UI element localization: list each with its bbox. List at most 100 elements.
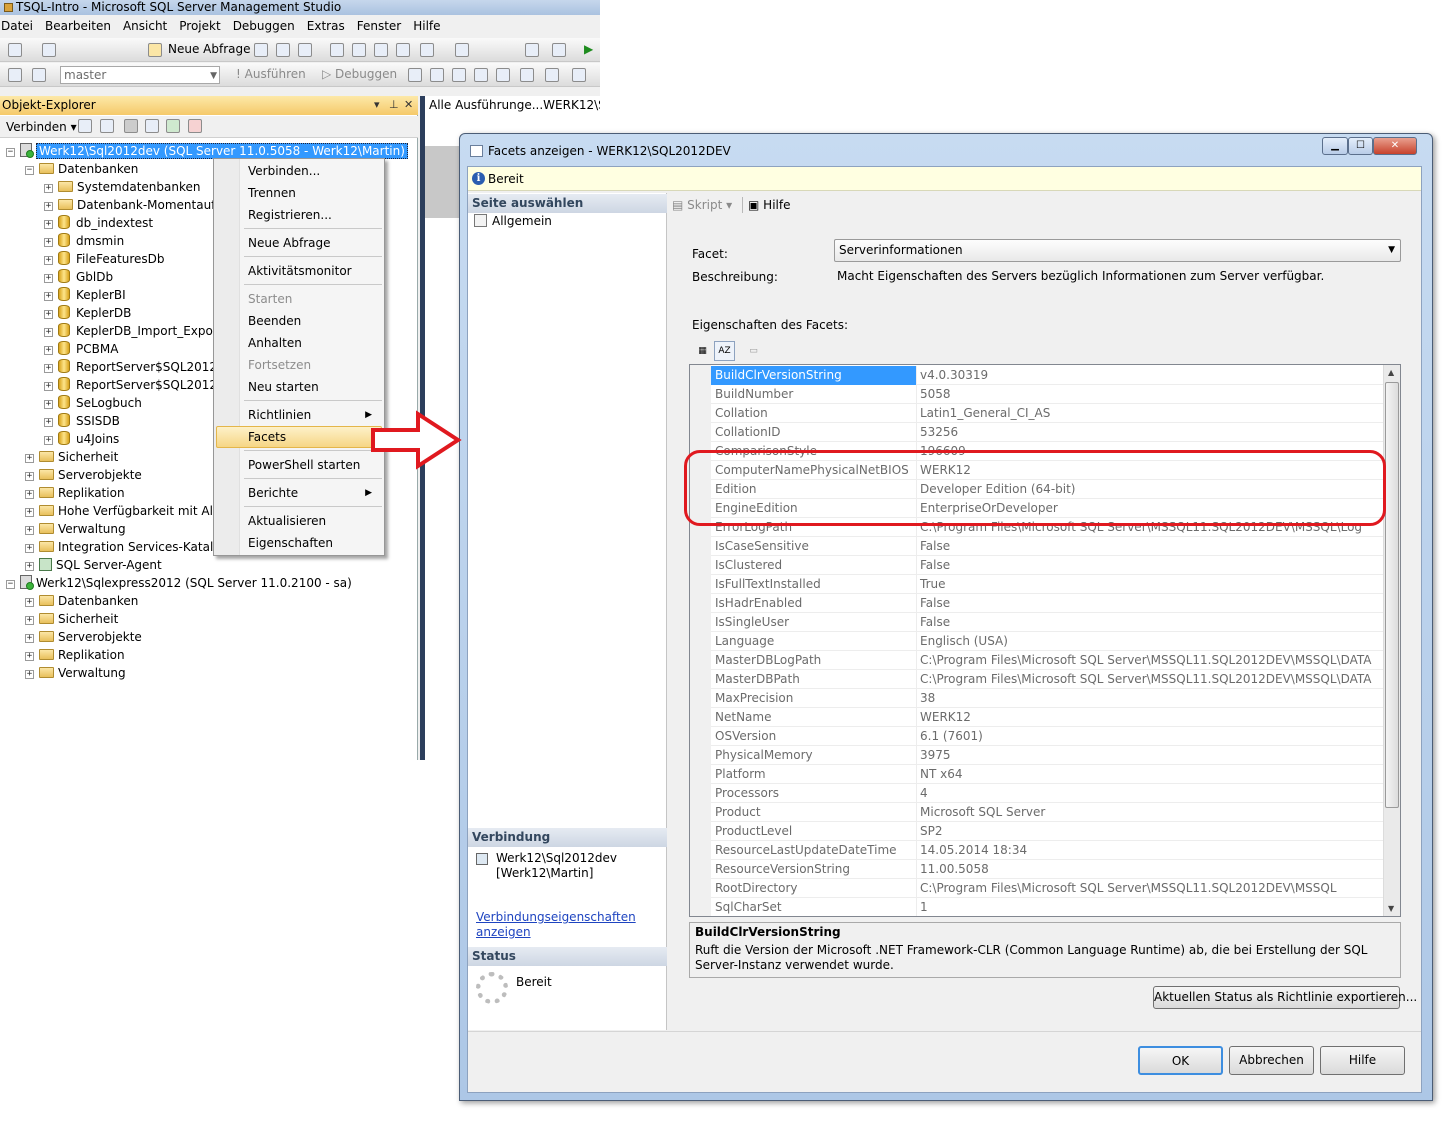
- property-row[interactable]: IsSingleUser False: [711, 613, 1383, 632]
- help-button[interactable]: Hilfe: [1320, 1046, 1405, 1075]
- cancel-query-icon[interactable]: [408, 68, 422, 82]
- save-icon[interactable]: [330, 43, 344, 57]
- tree-node[interactable]: + Sicherheit: [25, 448, 118, 466]
- tree-node[interactable]: + db_indextest: [44, 214, 153, 232]
- expand-icon[interactable]: +: [44, 184, 53, 193]
- menu-item[interactable]: Debuggen: [232, 17, 299, 33]
- context-menu-item[interactable]: Trennen: [248, 183, 296, 203]
- redo-icon[interactable]: [455, 43, 469, 57]
- analysis-query-icon[interactable]: [276, 43, 290, 57]
- expand-icon[interactable]: +: [44, 382, 53, 391]
- context-menu-item[interactable]: Neu starten: [248, 377, 319, 397]
- context-menu-item[interactable]: Beenden: [248, 311, 301, 331]
- expand-icon[interactable]: +: [44, 202, 53, 211]
- context-menu-item[interactable]: Aktualisieren: [248, 511, 326, 531]
- collapse-icon[interactable]: −: [6, 580, 15, 589]
- tree-node[interactable]: + Verwaltung: [25, 520, 126, 538]
- tree-node[interactable]: + KeplerDB_Import_Export: [44, 322, 223, 340]
- property-row[interactable]: OSVersion 6.1 (7601): [711, 727, 1383, 746]
- tree-node[interactable]: + Replikation: [25, 646, 125, 664]
- context-menu-item[interactable]: Berichte: [248, 483, 298, 503]
- expand-icon[interactable]: +: [25, 544, 34, 553]
- property-row[interactable]: IsClustered False: [711, 556, 1383, 575]
- db-engine-query-icon[interactable]: [254, 43, 268, 57]
- categorized-icon[interactable]: ▦: [692, 341, 713, 361]
- property-pages-icon[interactable]: ▭: [743, 341, 764, 361]
- context-menu-item[interactable]: Aktivitätsmonitor: [248, 261, 352, 281]
- expand-icon[interactable]: +: [44, 328, 53, 337]
- expand-icon[interactable]: +: [25, 508, 34, 517]
- connect-dropdown[interactable]: Verbinden ▾: [6, 120, 77, 134]
- connection-properties-link[interactable]: Verbindungseigenschaften anzeigen: [476, 910, 636, 940]
- property-row[interactable]: MaxPrecision 38: [711, 689, 1383, 708]
- property-row[interactable]: Language Englisch (USA): [711, 632, 1383, 651]
- results-text-icon[interactable]: [520, 68, 534, 82]
- expand-icon[interactable]: +: [25, 598, 34, 607]
- expand-icon[interactable]: +: [44, 400, 53, 409]
- open-icon[interactable]: [42, 43, 56, 57]
- tree-node[interactable]: − Datenbanken: [25, 160, 138, 178]
- minimize-button[interactable]: ▁: [1322, 137, 1348, 155]
- pin-icon[interactable]: ⊥: [389, 96, 399, 114]
- intellisense-icon[interactable]: [496, 68, 510, 82]
- tree-node[interactable]: + Serverobjekte: [25, 466, 142, 484]
- context-menu-item[interactable]: Verbinden...: [248, 161, 320, 181]
- undo-icon[interactable]: [420, 43, 434, 57]
- expand-icon[interactable]: +: [44, 256, 53, 265]
- display-plan-icon[interactable]: [452, 68, 466, 82]
- expand-icon[interactable]: +: [25, 562, 34, 571]
- filter-icon[interactable]: [145, 119, 159, 133]
- property-row[interactable]: Product Microsoft SQL Server: [711, 803, 1383, 822]
- export-policy-button[interactable]: Aktuellen Status als Richtlinie exportie…: [1153, 986, 1417, 1009]
- expand-icon[interactable]: +: [44, 220, 53, 229]
- property-row[interactable]: IsCaseSensitive False: [711, 537, 1383, 556]
- connect-icon[interactable]: [8, 68, 22, 82]
- query-designer-icon[interactable]: [474, 68, 488, 82]
- execute-button[interactable]: ! Ausführen: [236, 67, 306, 81]
- property-row[interactable]: PhysicalMemory 3975: [711, 746, 1383, 765]
- paste-icon[interactable]: [396, 43, 410, 57]
- property-row[interactable]: Processors 4: [711, 784, 1383, 803]
- facet-select[interactable]: Serverinformationen ▼: [834, 239, 1401, 262]
- tree-node[interactable]: + Replikation: [25, 484, 125, 502]
- expand-icon[interactable]: +: [25, 454, 34, 463]
- context-menu-item[interactable]: PowerShell starten: [248, 455, 360, 475]
- context-menu-item[interactable]: Registrieren...: [248, 205, 332, 225]
- refresh-icon[interactable]: [166, 119, 180, 133]
- menu-item[interactable]: Bearbeiten: [44, 17, 115, 33]
- expand-icon[interactable]: +: [25, 472, 34, 481]
- maximize-button[interactable]: ☐: [1348, 137, 1373, 155]
- context-menu-item[interactable]: Eigenschaften: [248, 533, 333, 553]
- start-debug-icon[interactable]: ▶: [584, 42, 593, 56]
- collapse-icon[interactable]: −: [25, 166, 34, 175]
- expand-icon[interactable]: +: [44, 310, 53, 319]
- find-icon[interactable]: [525, 43, 539, 57]
- ok-button[interactable]: OK: [1138, 1046, 1223, 1075]
- property-row[interactable]: IsHadrEnabled False: [711, 594, 1383, 613]
- tree-node[interactable]: + Systemdatenbanken: [44, 178, 201, 196]
- tab-all-executions[interactable]: Alle Ausführunge...WERK12\SQL2012DEV: [425, 96, 600, 116]
- tree-node[interactable]: + dmsmin: [44, 232, 124, 250]
- results-grid-icon[interactable]: [545, 68, 559, 82]
- help-toolbar-button[interactable]: ▣ Hilfe: [748, 198, 790, 212]
- tree-node[interactable]: + Integration Services-Kataloge: [25, 538, 236, 556]
- parse-icon[interactable]: [430, 68, 444, 82]
- new-project-icon[interactable]: [8, 43, 22, 57]
- alphabetical-icon[interactable]: AZ: [714, 341, 735, 361]
- menu-item[interactable]: Extras: [306, 17, 349, 33]
- tree-node[interactable]: + Verwaltung: [25, 664, 126, 682]
- property-row[interactable]: BuildClrVersionString v4.0.30319: [711, 366, 1383, 385]
- cancel-button[interactable]: Abbrechen: [1229, 1046, 1314, 1075]
- scroll-up-icon[interactable]: ▲: [1388, 368, 1394, 377]
- menu-item[interactable]: Fenster: [356, 17, 406, 33]
- close-button[interactable]: ✕: [1373, 137, 1417, 155]
- property-row[interactable]: CollationID 53256: [711, 423, 1383, 442]
- tree-node[interactable]: + SQL Server-Agent: [25, 556, 162, 574]
- context-menu-item[interactable]: Facets: [248, 427, 286, 447]
- menu-item[interactable]: Projekt: [178, 17, 224, 33]
- property-row[interactable]: Collation Latin1_General_CI_AS: [711, 404, 1383, 423]
- tree-node[interactable]: + KeplerDB: [44, 304, 131, 322]
- expand-icon[interactable]: +: [44, 418, 53, 427]
- context-menu-item[interactable]: Starten: [248, 289, 292, 309]
- collapse-icon[interactable]: −: [6, 148, 15, 157]
